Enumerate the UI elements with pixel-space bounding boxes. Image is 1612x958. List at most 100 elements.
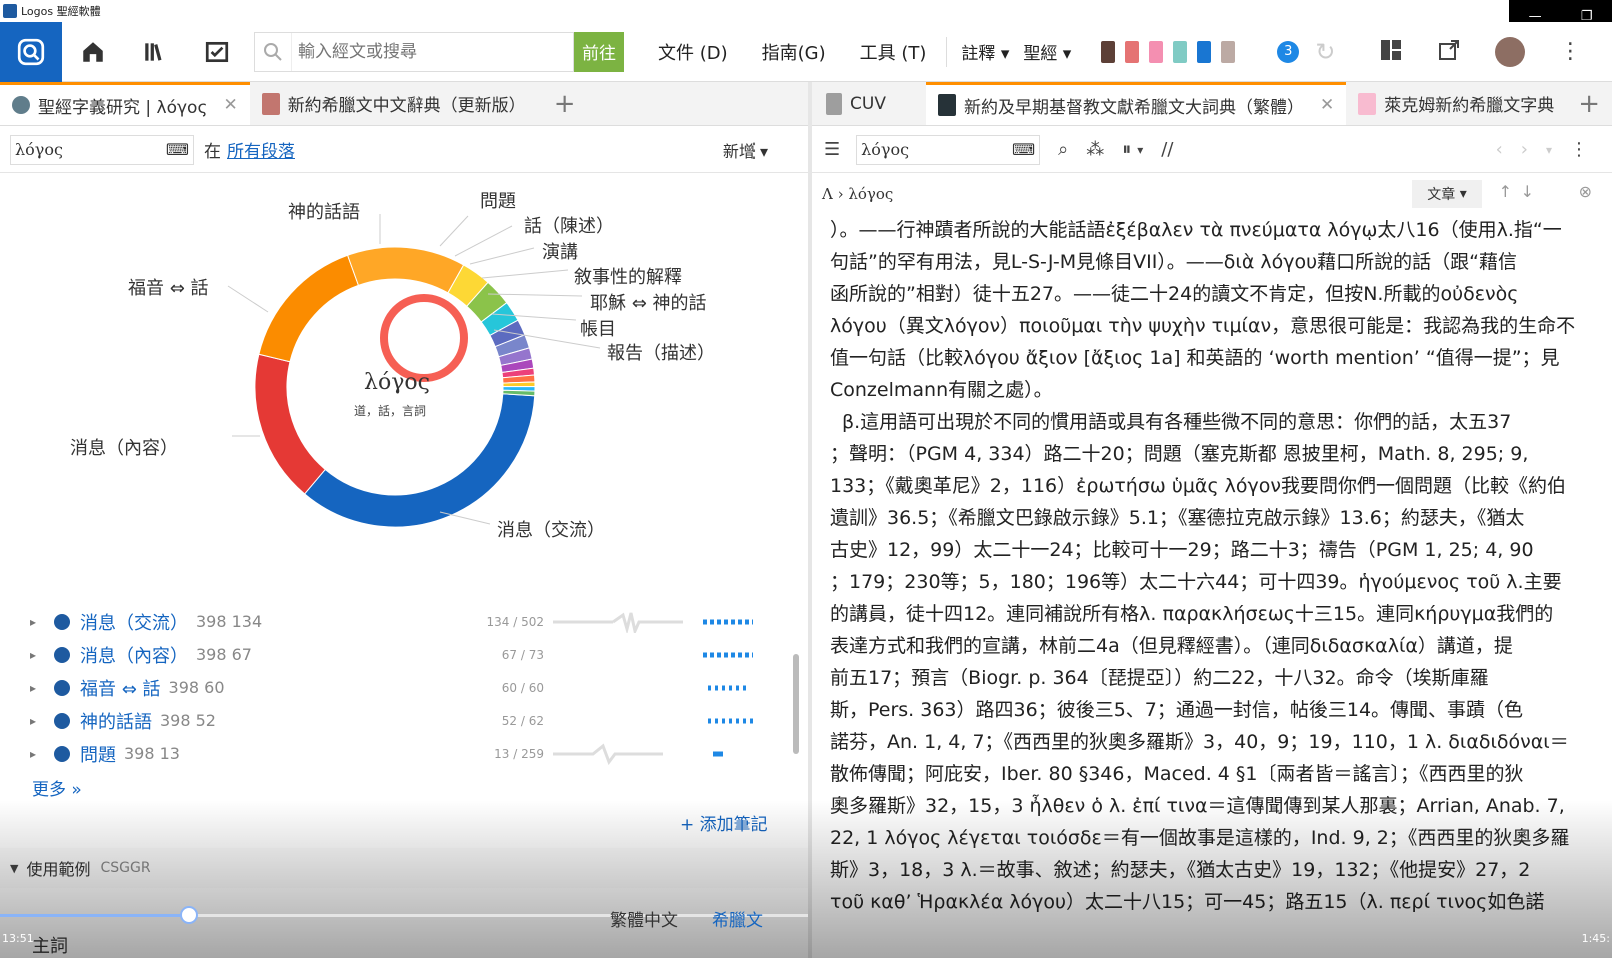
- breadcrumb-text[interactable]: Λ › λόγος: [822, 185, 893, 203]
- chart-label[interactable]: 神的話語: [288, 198, 360, 224]
- tab-rieckem-lexicon[interactable]: 萊克姆新約希臘文字典: [1346, 82, 1566, 125]
- expand-arrow-icon[interactable]: ▸: [30, 681, 42, 695]
- sense-count: 398 52: [160, 711, 216, 730]
- menu-guides[interactable]: 指南(G): [762, 39, 826, 65]
- article-line: ；179；230等；5，180；196等）太二十六44；可十四39。ἡγούμε…: [830, 571, 1562, 593]
- resource-search-input[interactable]: λόγος ⌨: [856, 134, 1041, 165]
- donut-slice[interactable]: [258, 254, 360, 363]
- command-search-input[interactable]: [291, 32, 573, 71]
- tab-greek-chinese-lexicon[interactable]: 新約希臘文中文辭典（更新版）: [250, 82, 538, 125]
- collapse-icon[interactable]: ▼: [10, 862, 18, 875]
- usage-title: 使用範例: [26, 860, 91, 879]
- layout-icon[interactable]: [1379, 38, 1403, 66]
- title-bar: Logos 聖經軟體 — ❐: [0, 0, 1612, 32]
- tab-word-study[interactable]: 聖經字義研究 | λόγος ✕: [0, 82, 250, 125]
- leader-line: [487, 293, 583, 297]
- donut-slice[interactable]: [254, 353, 326, 495]
- chart-label[interactable]: 問題: [480, 187, 516, 213]
- chart-label[interactable]: 帳目: [580, 315, 616, 341]
- search-icon[interactable]: ⌕: [1058, 139, 1068, 160]
- scope-link[interactable]: 所有段落: [227, 137, 295, 162]
- center-gloss: 道，話，言詞: [354, 404, 427, 418]
- close-icon[interactable]: ✕: [223, 95, 237, 115]
- menu-documents[interactable]: 文件 (D): [658, 39, 728, 65]
- list-item[interactable]: ▸ 消息（內容） 398 67 67 / 73: [0, 638, 808, 671]
- sense-label[interactable]: 問題: [80, 741, 116, 767]
- article-view-button[interactable]: 文章 ▾: [1412, 180, 1482, 208]
- history-dropdown-icon[interactable]: ▾: [1546, 143, 1552, 157]
- forward-icon[interactable]: ›: [1521, 139, 1528, 160]
- logos-search-button[interactable]: [0, 21, 62, 82]
- sync-icon[interactable]: ↻: [1315, 38, 1335, 66]
- people-icon[interactable]: ⁂: [1086, 139, 1104, 160]
- list-item[interactable]: ▸ 消息（交流） 398 134 134 / 502: [0, 605, 808, 638]
- donut-slice[interactable]: [502, 381, 536, 388]
- chart-label[interactable]: 報告（描述）: [607, 339, 715, 365]
- chart-label[interactable]: 敘事性的解釋: [574, 263, 682, 289]
- book-icon[interactable]: [1197, 40, 1212, 63]
- chart-label[interactable]: 消息（內容）: [70, 434, 178, 460]
- chart-label[interactable]: 福音 ⇔ 話: [128, 274, 209, 300]
- seek-handle[interactable]: [180, 906, 198, 924]
- book-icon[interactable]: [1101, 40, 1116, 63]
- go-button[interactable]: 前往: [574, 31, 624, 72]
- sense-label[interactable]: 消息（交流）: [80, 609, 188, 635]
- menu-icon[interactable]: ☰: [824, 139, 840, 160]
- more-link[interactable]: 更多 »: [32, 775, 82, 800]
- close-icon[interactable]: ✕: [1320, 95, 1334, 115]
- documents-button[interactable]: [186, 22, 248, 82]
- word-study-input-value: λόγος: [15, 140, 63, 159]
- home-button[interactable]: [62, 22, 124, 82]
- keyboard-icon[interactable]: ⌨: [1012, 140, 1035, 159]
- chart-label[interactable]: 消息（交流）: [497, 516, 605, 542]
- add-tab-button[interactable]: +: [1578, 82, 1600, 125]
- list-item[interactable]: ▸ 神的話語 398 52 52 / 62: [0, 704, 808, 737]
- word-study-input[interactable]: λόγος ⌨: [10, 134, 194, 165]
- sense-label[interactable]: 神的話語: [80, 708, 152, 734]
- tab-bdag[interactable]: 新約及早期基督教文獻希臘文大詞典（繁體） ✕: [925, 82, 1347, 125]
- list-item[interactable]: ▸ 福音 ⇔ 話 398 60 60 / 60: [0, 671, 808, 704]
- commentary-dropdown[interactable]: 註釋 ▾: [961, 39, 1009, 64]
- down-arrow-icon[interactable]: ↓: [1521, 182, 1534, 201]
- chart-label[interactable]: 耶穌 ⇔ 神的話: [590, 289, 707, 315]
- list-item[interactable]: ▸ 問題 398 13 13 / 259: [0, 737, 808, 770]
- library-button[interactable]: [124, 22, 186, 82]
- language-option-greek[interactable]: 希臘文: [712, 906, 763, 931]
- chart-label[interactable]: 話（陳述）: [524, 212, 614, 238]
- expand-arrow-icon[interactable]: ▸: [30, 714, 42, 728]
- menu-tools[interactable]: 工具 (T): [860, 39, 927, 65]
- avatar[interactable]: [1495, 36, 1526, 67]
- usage-section-header[interactable]: ▼ 使用範例 CSGGR: [0, 848, 808, 888]
- more-vert-icon[interactable]: ⋮: [744, 138, 764, 162]
- more-vert-icon[interactable]: ⋮: [1559, 39, 1581, 64]
- close-circle-icon[interactable]: ⊗: [1579, 182, 1592, 201]
- tab-rieckem-lexicon-label: 萊克姆新約希臘文字典: [1384, 96, 1555, 116]
- expand-arrow-icon[interactable]: ▸: [30, 648, 42, 662]
- donut-slice[interactable]: [346, 246, 465, 294]
- expand-arrow-icon[interactable]: ▸: [30, 615, 42, 629]
- expand-arrow-icon[interactable]: ▸: [30, 747, 42, 761]
- tab-cuv[interactable]: CUV: [812, 82, 898, 125]
- new-window-icon[interactable]: [1437, 38, 1461, 66]
- keyboard-icon[interactable]: ⌨: [166, 140, 189, 159]
- more-vert-icon[interactable]: ⋮: [1570, 139, 1588, 160]
- book-icon[interactable]: [1173, 40, 1188, 63]
- notification-badge[interactable]: 3: [1277, 40, 1300, 63]
- article-line: 前五17；預言（Biogr. p. 364〔琵提亞〕）約二22，十八32。命令（…: [830, 667, 1489, 689]
- book-icon[interactable]: [1125, 40, 1140, 63]
- chevron-down-icon[interactable]: ▾: [1137, 143, 1143, 157]
- language-option-chinese[interactable]: 繁體中文: [610, 906, 678, 931]
- sense-label[interactable]: 消息（內容）: [80, 642, 188, 668]
- command-search-box[interactable]: [254, 31, 574, 72]
- sync-link-icon[interactable]: //: [1161, 139, 1173, 160]
- book-icon[interactable]: [1221, 40, 1236, 63]
- bible-dropdown[interactable]: 聖經 ▾: [1023, 39, 1071, 64]
- sense-label[interactable]: 福音 ⇔ 話: [80, 675, 161, 701]
- parallel-icon[interactable]: ⏸: [1122, 139, 1131, 160]
- chart-label[interactable]: 演講: [542, 238, 578, 264]
- up-arrow-icon[interactable]: ↑: [1499, 182, 1512, 201]
- add-tab-button[interactable]: +: [554, 82, 576, 125]
- back-icon[interactable]: ‹: [1496, 139, 1503, 160]
- add-note-link[interactable]: + 添加筆記: [680, 810, 768, 835]
- book-icon[interactable]: [1149, 40, 1164, 63]
